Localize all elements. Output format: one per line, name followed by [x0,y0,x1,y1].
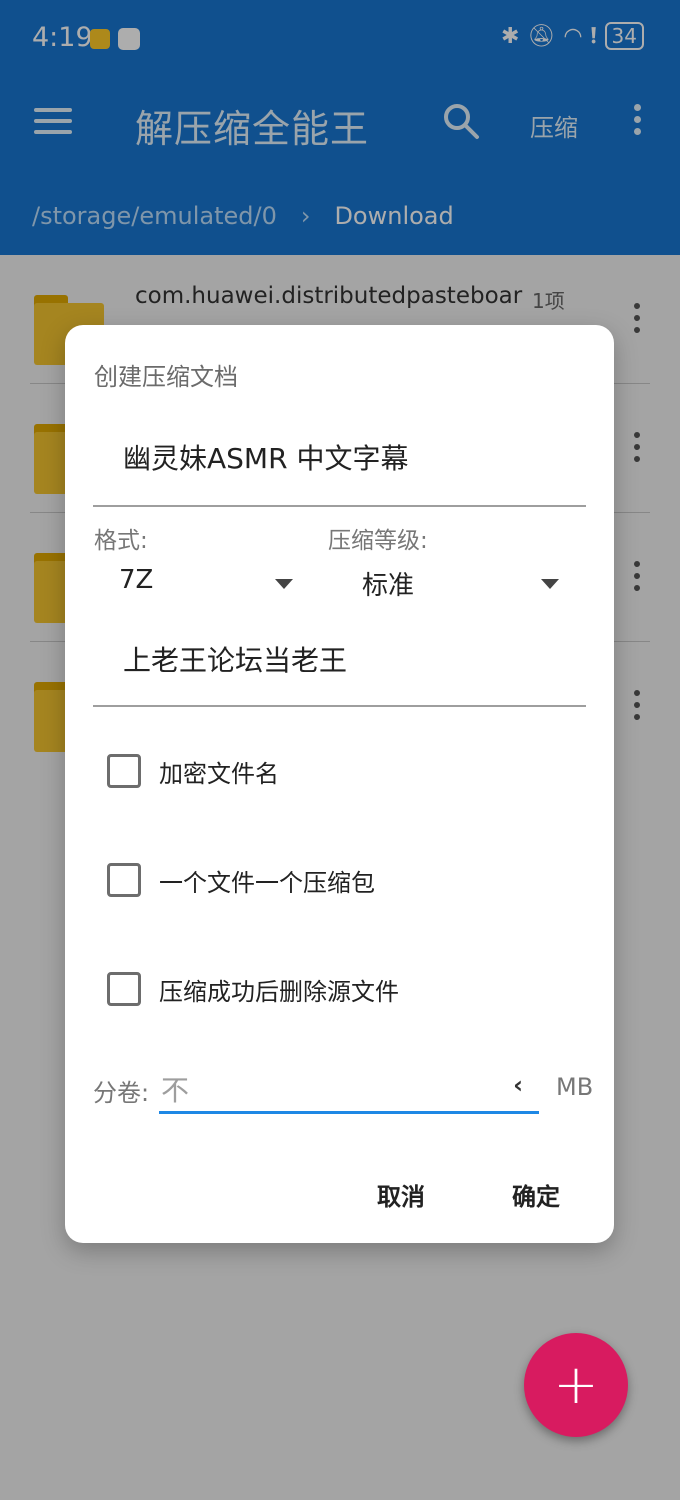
format-label: 格式: [94,528,148,554]
encrypt-filenames-checkbox[interactable]: 加密文件名 [107,751,279,791]
add-fab-button[interactable]: + [524,1333,628,1437]
split-unit-label: MB [556,1073,594,1101]
checkbox-label: 一个文件一个压缩包 [159,868,375,897]
level-select[interactable]: 标准 [362,557,562,607]
password-field[interactable]: 上老王论坛当老王 [93,617,586,707]
checkbox-label: 压缩成功后删除源文件 [159,977,399,1006]
checkbox-icon[interactable] [107,863,141,897]
level-value: 标准 [362,571,415,601]
dropdown-caret-icon [541,579,559,589]
one-archive-per-file-checkbox[interactable]: 一个文件一个压缩包 [107,860,375,900]
ok-button[interactable]: 确定 [512,1177,560,1212]
checkbox-icon[interactable] [107,754,141,788]
archive-name-value: 幽灵妹ASMR 中文字幕 [123,442,409,475]
dialog-title: 创建压缩文档 [94,363,238,391]
plus-icon: + [553,1353,599,1416]
chevron-left-icon[interactable]: ‹ [513,1071,523,1099]
format-value: 7Z [119,565,154,595]
checkbox-label: 加密文件名 [159,759,279,788]
split-volume-label: 分卷: [93,1079,150,1107]
split-volume-input[interactable]: 不 ‹ [159,1065,539,1114]
dropdown-caret-icon [275,579,293,589]
split-volume-placeholder: 不 [161,1074,190,1107]
format-select[interactable]: 7Z [119,557,293,607]
create-archive-dialog: 创建压缩文档 幽灵妹ASMR 中文字幕 格式: 7Z 压缩等级: 标准 上老王论… [65,325,614,1243]
delete-source-checkbox[interactable]: 压缩成功后删除源文件 [107,969,399,1009]
password-value: 上老王论坛当老王 [123,644,348,677]
cancel-button[interactable]: 取消 [377,1177,425,1212]
level-label: 压缩等级: [328,528,428,554]
archive-name-field[interactable]: 幽灵妹ASMR 中文字幕 [93,415,586,507]
checkbox-icon[interactable] [107,972,141,1006]
